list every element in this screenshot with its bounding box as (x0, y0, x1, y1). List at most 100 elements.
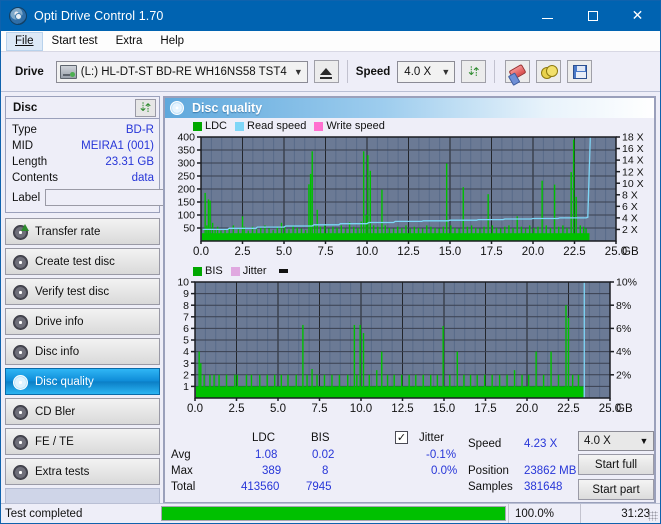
disc-row-key: Length (12, 156, 48, 168)
svg-text:12.5: 12.5 (391, 403, 413, 415)
svg-text:6 X: 6 X (622, 201, 638, 213)
disc-row-key: Type (12, 124, 37, 136)
sidebar-item-extra-tests[interactable]: Extra tests (5, 458, 160, 485)
disc-icon (170, 101, 184, 115)
stats-total-bis: 7945 (306, 481, 332, 493)
svg-text:7.5: 7.5 (312, 403, 328, 415)
disc-row-value: data (131, 172, 154, 184)
svg-text:15.0: 15.0 (439, 246, 461, 258)
disc-quality-panel: Disc quality LDC Read speed Write speed … (163, 96, 656, 504)
disc-refresh-button[interactable]: ⇣ ⇡ (135, 98, 156, 117)
svg-text:12.5: 12.5 (397, 246, 419, 258)
eject-icon (320, 68, 333, 79)
sidebar-item-label: Disc quality (35, 375, 94, 388)
minimize-button[interactable] (525, 1, 570, 31)
svg-text:14 X: 14 X (622, 155, 644, 167)
ldc-chart-svg: 501001502002503003504002 X4 X6 X8 X10 X1… (177, 133, 644, 258)
svg-text:GB: GB (622, 246, 639, 258)
svg-text:400: 400 (177, 133, 195, 144)
sidebar-item-verify-test-disc[interactable]: Verify test disc (5, 278, 160, 305)
svg-text:6%: 6% (616, 323, 631, 335)
svg-text:100: 100 (177, 210, 195, 222)
disc-icon (12, 254, 28, 270)
ldc-chart-legend: LDC Read speed Write speed (165, 119, 654, 133)
jitter-checkbox[interactable]: ✓ (395, 431, 408, 444)
start-part-button[interactable]: Start part (578, 479, 654, 500)
content-area: Disc quality LDC Read speed Write speed … (163, 96, 656, 523)
svg-text:15.0: 15.0 (433, 403, 455, 415)
svg-text:20.0: 20.0 (522, 246, 544, 258)
close-icon: ✕ (631, 8, 644, 24)
sidebar-item-disc-info[interactable]: Disc info (5, 338, 160, 365)
stats-row-key-max: Max (171, 465, 193, 477)
svg-text:10 X: 10 X (622, 178, 644, 190)
disc-icon (12, 404, 28, 420)
coins-icon (541, 65, 559, 79)
sidebar-item-transfer-rate[interactable]: Transfer rate (5, 218, 160, 245)
sidebar-item-label: CD Bler (35, 405, 76, 418)
disc-row-mid: MID MEIRA1 (001) (12, 138, 154, 154)
close-button[interactable]: ✕ (615, 1, 660, 31)
bis-chart-legend: BIS Jitter (165, 264, 654, 278)
sidebar-item-label: Transfer rate (35, 225, 101, 238)
stats-avg-jitter: -0.1% (426, 449, 457, 461)
sidebar-item-label: Create test disc (35, 255, 115, 268)
stats-max-bis: 8 (322, 465, 329, 477)
bis-chart: 1 2 3 4 5 6 7 8 9 10 2% 4% 6% 8% 10% 0.0 2.5 5.0 7.5 10.0 12… (165, 278, 654, 418)
position-stat-label: Position (468, 465, 509, 477)
menu-extra[interactable]: Extra (107, 32, 152, 51)
disc-icon (12, 374, 28, 390)
stats-row-key-total: Total (171, 481, 196, 493)
svg-text:7: 7 (183, 311, 189, 323)
disc-panel-header: Disc ⇣ ⇡ (6, 97, 159, 119)
sidebar-item-label: Extra tests (35, 465, 90, 478)
sidebar-item-disc-quality[interactable]: Disc quality (5, 368, 160, 395)
refresh-button[interactable]: ⇣ ⇡ (461, 60, 487, 83)
disc-label-key: Label (12, 191, 41, 204)
save-button[interactable] (567, 60, 593, 83)
svg-text:0.0: 0.0 (187, 403, 203, 415)
disc-row-length: Length 23.31 GB (12, 154, 154, 170)
start-full-button[interactable]: Start full (578, 454, 654, 475)
sidebar-item-drive-info[interactable]: Drive info (5, 308, 160, 335)
progress-bar (161, 506, 506, 521)
chevron-down-icon: ▼ (639, 436, 649, 446)
disc-panel: Disc ⇣ ⇡ Type BD-R MID MEIRA1 (001) Leng… (5, 96, 248, 213)
sidebar-item-label: Disc info (35, 345, 80, 358)
menu-help[interactable]: Help (151, 32, 193, 51)
sidebar-nav: Transfer rate Create test disc Verify te… (5, 218, 160, 485)
menu-bar: File Start test Extra Help (1, 31, 660, 52)
disc-icon (12, 314, 28, 330)
window-controls: ✕ (525, 1, 660, 31)
status-message: Test completed (5, 507, 83, 520)
svg-text:12 X: 12 X (622, 166, 644, 178)
erase-button[interactable] (505, 60, 531, 83)
sidebar-item-fe-te[interactable]: FE / TE (5, 428, 160, 455)
disc-panel-title: Disc (13, 101, 38, 114)
eject-button[interactable] (313, 60, 339, 83)
maximize-button[interactable] (570, 1, 615, 31)
legend-swatch-read-speed (235, 121, 245, 131)
drive-select[interactable]: (L:) HL-DT-ST BD-RE WH16NS58 TST4 ▼ (55, 60, 308, 83)
svg-text:20.0: 20.0 (516, 403, 538, 415)
svg-text:2 X: 2 X (622, 224, 638, 236)
disc-row-value: BD-R (125, 124, 154, 136)
svg-text:10: 10 (177, 278, 189, 289)
stats-row-key-avg: Avg (171, 449, 191, 461)
refresh-arrows-icon: ⇣ ⇡ (138, 99, 153, 115)
svg-text:1: 1 (183, 381, 189, 393)
coins-button[interactable] (536, 60, 562, 83)
sidebar-item-cd-bler[interactable]: CD Bler (5, 398, 160, 425)
resize-grip-icon[interactable] (648, 511, 658, 521)
speed-select-value: 4.0 X (404, 65, 432, 78)
speed-select[interactable]: 4.0 X ▼ (397, 60, 456, 83)
svg-text:16 X: 16 X (622, 143, 644, 155)
title-bar: Opti Drive Control 1.70 ✕ (1, 1, 660, 31)
svg-text:10.0: 10.0 (350, 403, 372, 415)
result-speed-select[interactable]: 4.0 X ▼ (578, 431, 654, 451)
legend-swatch-jitter (230, 266, 240, 276)
legend-swatch-bis (193, 266, 202, 276)
menu-file[interactable]: File (6, 31, 43, 51)
menu-start-test[interactable]: Start test (43, 32, 107, 51)
sidebar-item-create-test-disc[interactable]: Create test disc (5, 248, 160, 275)
